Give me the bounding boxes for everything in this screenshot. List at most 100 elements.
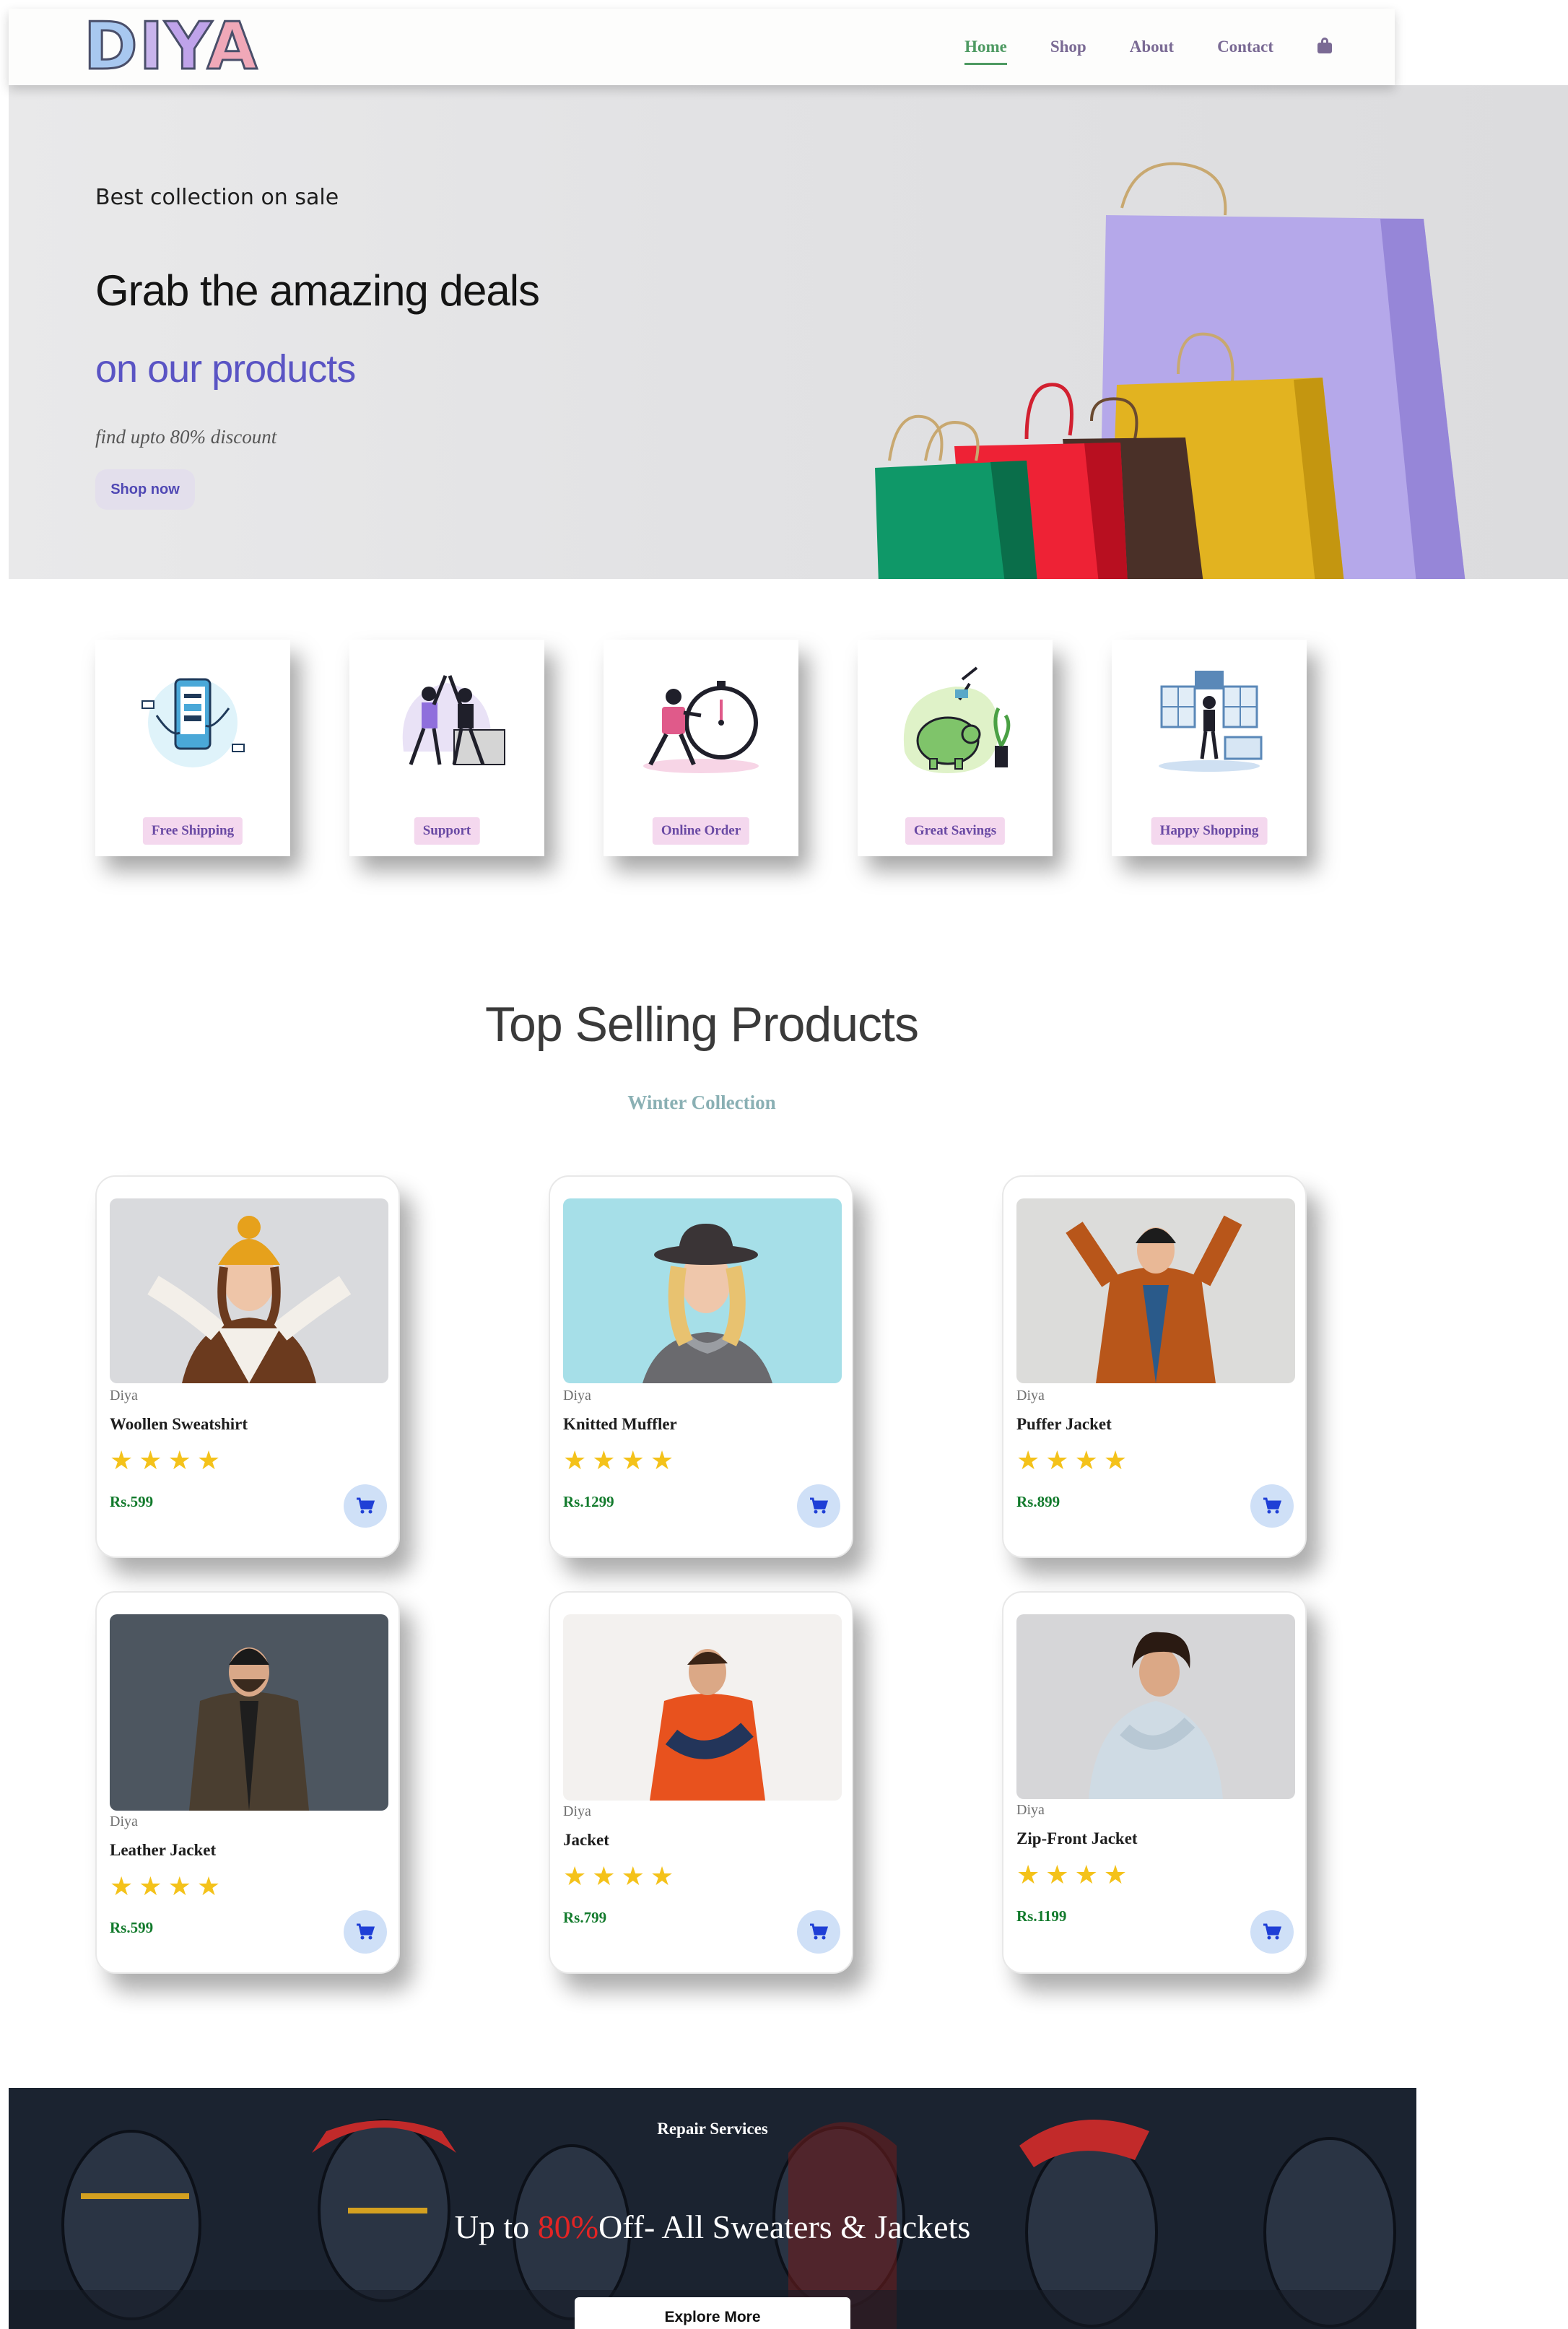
feature-card-support[interactable]: Support [349,640,544,856]
cart-icon [357,1497,375,1514]
hero-subtitle: Best collection on sale [95,185,339,210]
cart-icon [1263,1497,1281,1514]
shopping-bag-icon[interactable] [1317,37,1333,53]
product-card[interactable]: Diya Leather Jacket ★ ★ ★ ★ Rs.599 [95,1591,400,1974]
star-icon: ★ [621,1862,645,1892]
nav-link-contact[interactable]: Contact [1217,38,1273,56]
logo-letter: Y [164,9,207,84]
logo-letter: D [83,9,139,84]
product-card[interactable]: Diya Zip-Front Jacket ★ ★ ★ ★ Rs.1199 [1002,1591,1307,1974]
feature-card-free-shipping[interactable]: Free Shipping [95,640,290,856]
feature-label: Support [414,817,480,845]
product-name[interactable]: Puffer Jacket [1016,1415,1112,1434]
nav-link-shop[interactable]: Shop [1050,38,1086,56]
product-price: Rs.899 [1016,1493,1060,1510]
navbar: DIYA Home Shop About Contact [9,9,1395,85]
star-icon: ★ [563,1446,587,1476]
star-icon: ★ [650,1862,674,1892]
cart-icon [1263,1923,1281,1940]
product-name[interactable]: Zip-Front Jacket [1016,1829,1138,1848]
cart-icon [810,1497,828,1514]
product-card[interactable]: Diya Puffer Jacket ★ ★ ★ ★ Rs.899 [1002,1175,1307,1558]
high-five-team-illustration [402,675,505,765]
nav-link-about[interactable]: About [1130,38,1174,56]
star-icon: ★ [621,1446,645,1476]
diya-logo[interactable]: DIYA [83,12,258,82]
add-to-cart-button[interactable] [344,1910,387,1954]
add-to-cart-button[interactable] [797,1484,840,1528]
promo-headline-suffix: Off- All Sweaters & Jackets [598,2208,971,2245]
feature-card-happy-shopping[interactable]: Happy Shopping [1112,640,1307,856]
add-to-cart-button[interactable] [1250,1484,1294,1528]
cart-icon [357,1923,375,1940]
product-name[interactable]: Jacket [563,1831,609,1850]
products-section-subtitle: Winter Collection [627,1092,776,1113]
star-icon: ★ [196,1446,221,1476]
product-image-man-dark-jacket [110,1614,388,1811]
feature-label: Free Shipping [142,817,243,845]
product-name[interactable]: Knitted Muffler [563,1415,677,1434]
add-to-cart-button[interactable] [797,1910,840,1954]
star-icon: ★ [563,1862,587,1892]
star-icon: ★ [139,1872,162,1902]
product-rating: ★ ★ ★ ★ [563,1864,674,1890]
product-card[interactable]: Diya Woollen Sweatshirt ★ ★ ★ ★ Rs.599 [95,1175,400,1558]
star-icon: ★ [1016,1860,1040,1890]
product-image-man-orange-vest [563,1614,842,1801]
explore-more-button[interactable]: Explore More [575,2297,850,2329]
shop-now-button[interactable]: Shop now [95,469,195,510]
product-price: Rs.599 [110,1493,154,1510]
feature-card-great-savings[interactable]: Great Savings [858,640,1053,856]
product-rating: ★ ★ ★ ★ [1016,1863,1127,1889]
product-name[interactable]: Woollen Sweatshirt [110,1415,248,1434]
product-brand: Diya [110,1814,138,1829]
product-image-man-white-puffer [1016,1614,1295,1799]
product-brand: Diya [1016,1388,1045,1403]
star-icon: ★ [1016,1446,1040,1476]
star-icon: ★ [110,1446,134,1476]
promo-headline-prefix: Up to [454,2208,530,2245]
product-image-woman-hat-scarf [563,1198,842,1383]
product-name[interactable]: Leather Jacket [110,1841,216,1860]
main-nav: Home Shop About Contact [964,9,1333,85]
products-section-title: Top Selling Products [485,997,919,1052]
logo-letter: I [138,9,165,84]
star-icon: ★ [1103,1446,1128,1476]
star-icon: ★ [650,1446,674,1476]
star-icon: ★ [167,1446,191,1476]
star-icon: ★ [592,1446,616,1476]
happy-shopper-illustration [1159,671,1263,772]
product-card[interactable]: Diya Jacket ★ ★ ★ ★ Rs.799 [549,1591,853,1974]
promo-headline-accent: 80% [537,2208,599,2245]
feature-card-online-order[interactable]: Online Order [604,640,798,856]
hero-title-accent: on our products [95,347,356,391]
promo-banner: Repair Services Up to 80%Off- All Sweate… [9,2088,1416,2329]
add-to-cart-button[interactable] [344,1484,387,1528]
star-icon: ★ [1074,1860,1098,1890]
hero-title: Grab the amazing deals [95,266,540,315]
star-icon: ★ [1045,1860,1069,1890]
product-rating: ★ ★ ★ ★ [110,1874,220,1900]
product-brand: Diya [110,1388,138,1403]
product-brand: Diya [1016,1802,1045,1818]
add-to-cart-button[interactable] [1250,1910,1294,1954]
star-icon: ★ [139,1446,162,1476]
feature-label: Happy Shopping [1151,817,1268,845]
product-rating: ★ ★ ★ ★ [563,1448,674,1474]
logo-letter: A [206,9,259,84]
star-icon: ★ [1103,1860,1128,1890]
nav-link-home[interactable]: Home [964,38,1007,65]
product-price: Rs.599 [110,1919,154,1936]
product-rating: ★ ★ ★ ★ [1016,1448,1127,1474]
product-image-woman-yellow-beanie [110,1198,388,1383]
online-payment-illustration [141,678,245,767]
product-price: Rs.799 [563,1909,607,1926]
product-card[interactable]: Diya Knitted Muffler ★ ★ ★ ★ Rs.1299 [549,1175,853,1558]
star-icon: ★ [110,1872,134,1902]
product-price: Rs.1299 [563,1493,614,1510]
courier-stopwatch-illustration [643,681,759,773]
product-rating: ★ ★ ★ ★ [110,1448,220,1474]
promo-small-title: Repair Services [657,2120,768,2138]
promo-headline: Up to 80%Off- All Sweaters & Jackets [9,2208,1416,2246]
feature-label: Online Order [652,817,750,845]
